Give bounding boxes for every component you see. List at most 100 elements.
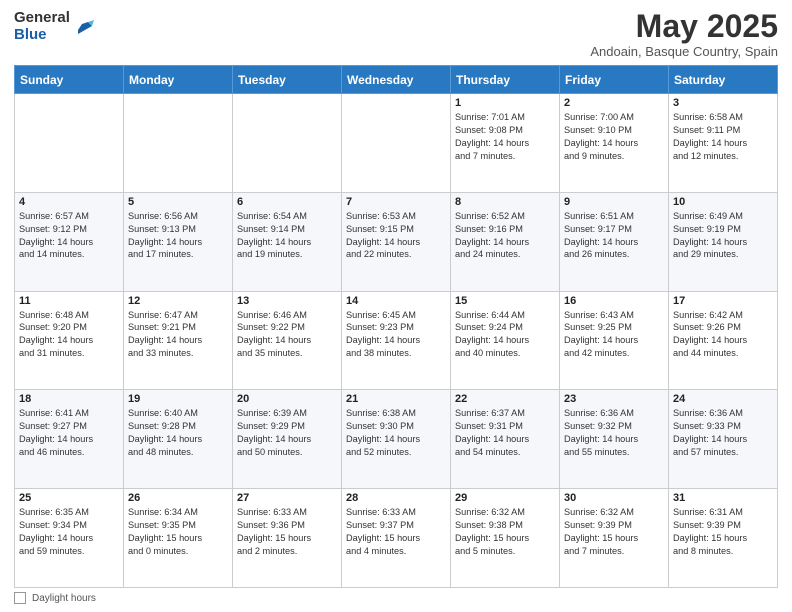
day-info: Sunrise: 6:57 AM Sunset: 9:12 PM Dayligh… xyxy=(19,210,119,262)
calendar-cell: 13Sunrise: 6:46 AM Sunset: 9:22 PM Dayli… xyxy=(233,291,342,390)
calendar-cell: 11Sunrise: 6:48 AM Sunset: 9:20 PM Dayli… xyxy=(15,291,124,390)
calendar-week-5: 25 Sunrise: 6:35 AM Sunset: 9:34 PM Dayli… xyxy=(15,489,778,588)
calendar-cell: 24 Sunrise: 6:36 AM Sunset: 9:33 PM Dayli… xyxy=(669,390,778,489)
day-info: Sunrise: 6:48 AM Sunset: 9:20 PM Dayligh… xyxy=(19,309,119,361)
weekday-header-row: SundayMondayTuesdayWednesdayThursdayFrid… xyxy=(15,66,778,94)
day-number: 9 xyxy=(564,196,664,208)
calendar-cell: 2 Sunrise: 7:00 AM Sunset: 9:10 PM Daylig… xyxy=(560,94,669,193)
day-info: Sunrise: 6:45 AM Sunset: 9:23 PM Dayligh… xyxy=(346,309,446,361)
day-info: Sunrise: 6:40 AM Sunset: 9:28 PM Dayligh… xyxy=(128,407,228,459)
day-number: 30 xyxy=(564,492,664,504)
day-info: Sunrise: 6:47 AM Sunset: 9:21 PM Dayligh… xyxy=(128,309,228,361)
day-number: 21 xyxy=(346,393,446,405)
day-info: Sunrise: 6:36 AM Sunset: 9:32 PM Dayligh… xyxy=(564,407,664,459)
day-number: 16 xyxy=(564,295,664,307)
day-info: Sunrise: 6:52 AM Sunset: 9:16 PM Dayligh… xyxy=(455,210,555,262)
calendar-cell: 6 Sunrise: 6:54 AM Sunset: 9:14 PM Daylig… xyxy=(233,192,342,291)
calendar-cell: 9Sunrise: 6:51 AM Sunset: 9:17 PM Daylig… xyxy=(560,192,669,291)
day-number: 5 xyxy=(128,196,228,208)
day-number: 19 xyxy=(128,393,228,405)
calendar-cell: 8 Sunrise: 6:52 AM Sunset: 9:16 PM Daylig… xyxy=(451,192,560,291)
day-number: 29 xyxy=(455,492,555,504)
calendar-cell xyxy=(124,94,233,193)
calendar-cell: 28Sunrise: 6:33 AM Sunset: 9:37 PM Dayli… xyxy=(342,489,451,588)
month-title: May 2025 xyxy=(590,10,778,42)
calendar-cell: 10Sunrise: 6:49 AM Sunset: 9:19 PM Dayli… xyxy=(669,192,778,291)
day-info: Sunrise: 6:36 AM Sunset: 9:33 PM Dayligh… xyxy=(673,407,773,459)
title-block: May 2025 Andoain, Basque Country, Spain xyxy=(590,10,778,59)
calendar-week-3: 11Sunrise: 6:48 AM Sunset: 9:20 PM Dayli… xyxy=(15,291,778,390)
calendar-cell: 5Sunrise: 6:56 AM Sunset: 9:13 PM Daylig… xyxy=(124,192,233,291)
calendar-cell: 17 Sunrise: 6:42 AM Sunset: 9:26 PM Dayli… xyxy=(669,291,778,390)
day-number: 26 xyxy=(128,492,228,504)
day-number: 24 xyxy=(673,393,773,405)
day-info: Sunrise: 6:58 AM Sunset: 9:11 PM Dayligh… xyxy=(673,111,773,163)
day-number: 25 xyxy=(19,492,119,504)
day-info: Sunrise: 6:42 AM Sunset: 9:26 PM Dayligh… xyxy=(673,309,773,361)
calendar-week-1: 1 Sunrise: 7:01 AM Sunset: 9:08 PM Daylig… xyxy=(15,94,778,193)
page: General Blue May 2025 Andoain, Basque Co… xyxy=(0,0,792,612)
day-info: Sunrise: 6:54 AM Sunset: 9:14 PM Dayligh… xyxy=(237,210,337,262)
calendar-cell: 15 Sunrise: 6:44 AM Sunset: 9:24 PM Dayli… xyxy=(451,291,560,390)
calendar-cell: 31 Sunrise: 6:31 AM Sunset: 9:39 PM Dayli… xyxy=(669,489,778,588)
day-number: 12 xyxy=(128,295,228,307)
calendar-cell: 1 Sunrise: 7:01 AM Sunset: 9:08 PM Daylig… xyxy=(451,94,560,193)
weekday-header-wednesday: Wednesday xyxy=(342,66,451,94)
calendar-cell: 18Sunrise: 6:41 AM Sunset: 9:27 PM Dayli… xyxy=(15,390,124,489)
weekday-header-monday: Monday xyxy=(124,66,233,94)
weekday-header-saturday: Saturday xyxy=(669,66,778,94)
day-info: Sunrise: 6:31 AM Sunset: 9:39 PM Dayligh… xyxy=(673,506,773,558)
day-info: Sunrise: 6:34 AM Sunset: 9:35 PM Dayligh… xyxy=(128,506,228,558)
calendar-cell: 22Sunrise: 6:37 AM Sunset: 9:31 PM Dayli… xyxy=(451,390,560,489)
calendar-cell: 7 Sunrise: 6:53 AM Sunset: 9:15 PM Daylig… xyxy=(342,192,451,291)
calendar-cell: 14 Sunrise: 6:45 AM Sunset: 9:23 PM Dayli… xyxy=(342,291,451,390)
day-info: Sunrise: 6:46 AM Sunset: 9:22 PM Dayligh… xyxy=(237,309,337,361)
day-number: 8 xyxy=(455,196,555,208)
calendar-cell: 21 Sunrise: 6:38 AM Sunset: 9:30 PM Dayli… xyxy=(342,390,451,489)
calendar-cell: 30 Sunrise: 6:32 AM Sunset: 9:39 PM Dayli… xyxy=(560,489,669,588)
logo-blue-text: Blue xyxy=(14,27,70,44)
day-info: Sunrise: 7:00 AM Sunset: 9:10 PM Dayligh… xyxy=(564,111,664,163)
calendar-cell: 16 Sunrise: 6:43 AM Sunset: 9:25 PM Dayli… xyxy=(560,291,669,390)
day-number: 3 xyxy=(673,97,773,109)
day-number: 15 xyxy=(455,295,555,307)
day-number: 23 xyxy=(564,393,664,405)
day-info: Sunrise: 6:32 AM Sunset: 9:38 PM Dayligh… xyxy=(455,506,555,558)
weekday-header-sunday: Sunday xyxy=(15,66,124,94)
logo-general-text: General xyxy=(14,10,70,27)
day-number: 17 xyxy=(673,295,773,307)
day-info: Sunrise: 6:38 AM Sunset: 9:30 PM Dayligh… xyxy=(346,407,446,459)
day-number: 2 xyxy=(564,97,664,109)
day-info: Sunrise: 6:32 AM Sunset: 9:39 PM Dayligh… xyxy=(564,506,664,558)
day-info: Sunrise: 6:53 AM Sunset: 9:15 PM Dayligh… xyxy=(346,210,446,262)
day-number: 6 xyxy=(237,196,337,208)
header: General Blue May 2025 Andoain, Basque Co… xyxy=(14,10,778,59)
day-number: 18 xyxy=(19,393,119,405)
location: Andoain, Basque Country, Spain xyxy=(590,44,778,59)
day-info: Sunrise: 6:44 AM Sunset: 9:24 PM Dayligh… xyxy=(455,309,555,361)
day-number: 1 xyxy=(455,97,555,109)
calendar-cell: 19 Sunrise: 6:40 AM Sunset: 9:28 PM Dayli… xyxy=(124,390,233,489)
day-number: 31 xyxy=(673,492,773,504)
calendar-cell: 12 Sunrise: 6:47 AM Sunset: 9:21 PM Dayli… xyxy=(124,291,233,390)
day-number: 7 xyxy=(346,196,446,208)
day-info: Sunrise: 6:33 AM Sunset: 9:36 PM Dayligh… xyxy=(237,506,337,558)
calendar-cell: 4 Sunrise: 6:57 AM Sunset: 9:12 PM Daylig… xyxy=(15,192,124,291)
logo: General Blue xyxy=(14,10,96,43)
day-number: 20 xyxy=(237,393,337,405)
day-info: Sunrise: 6:43 AM Sunset: 9:25 PM Dayligh… xyxy=(564,309,664,361)
calendar-cell: 29 Sunrise: 6:32 AM Sunset: 9:38 PM Dayli… xyxy=(451,489,560,588)
weekday-header-tuesday: Tuesday xyxy=(233,66,342,94)
day-number: 27 xyxy=(237,492,337,504)
calendar-cell: 25 Sunrise: 6:35 AM Sunset: 9:34 PM Dayli… xyxy=(15,489,124,588)
calendar-week-2: 4 Sunrise: 6:57 AM Sunset: 9:12 PM Daylig… xyxy=(15,192,778,291)
day-info: Sunrise: 6:39 AM Sunset: 9:29 PM Dayligh… xyxy=(237,407,337,459)
daylight-label: Daylight hours xyxy=(32,593,96,604)
day-number: 14 xyxy=(346,295,446,307)
day-info: Sunrise: 7:01 AM Sunset: 9:08 PM Dayligh… xyxy=(455,111,555,163)
day-info: Sunrise: 6:35 AM Sunset: 9:34 PM Dayligh… xyxy=(19,506,119,558)
calendar-cell xyxy=(233,94,342,193)
day-number: 4 xyxy=(19,196,119,208)
day-info: Sunrise: 6:37 AM Sunset: 9:31 PM Dayligh… xyxy=(455,407,555,459)
calendar-week-4: 18Sunrise: 6:41 AM Sunset: 9:27 PM Dayli… xyxy=(15,390,778,489)
